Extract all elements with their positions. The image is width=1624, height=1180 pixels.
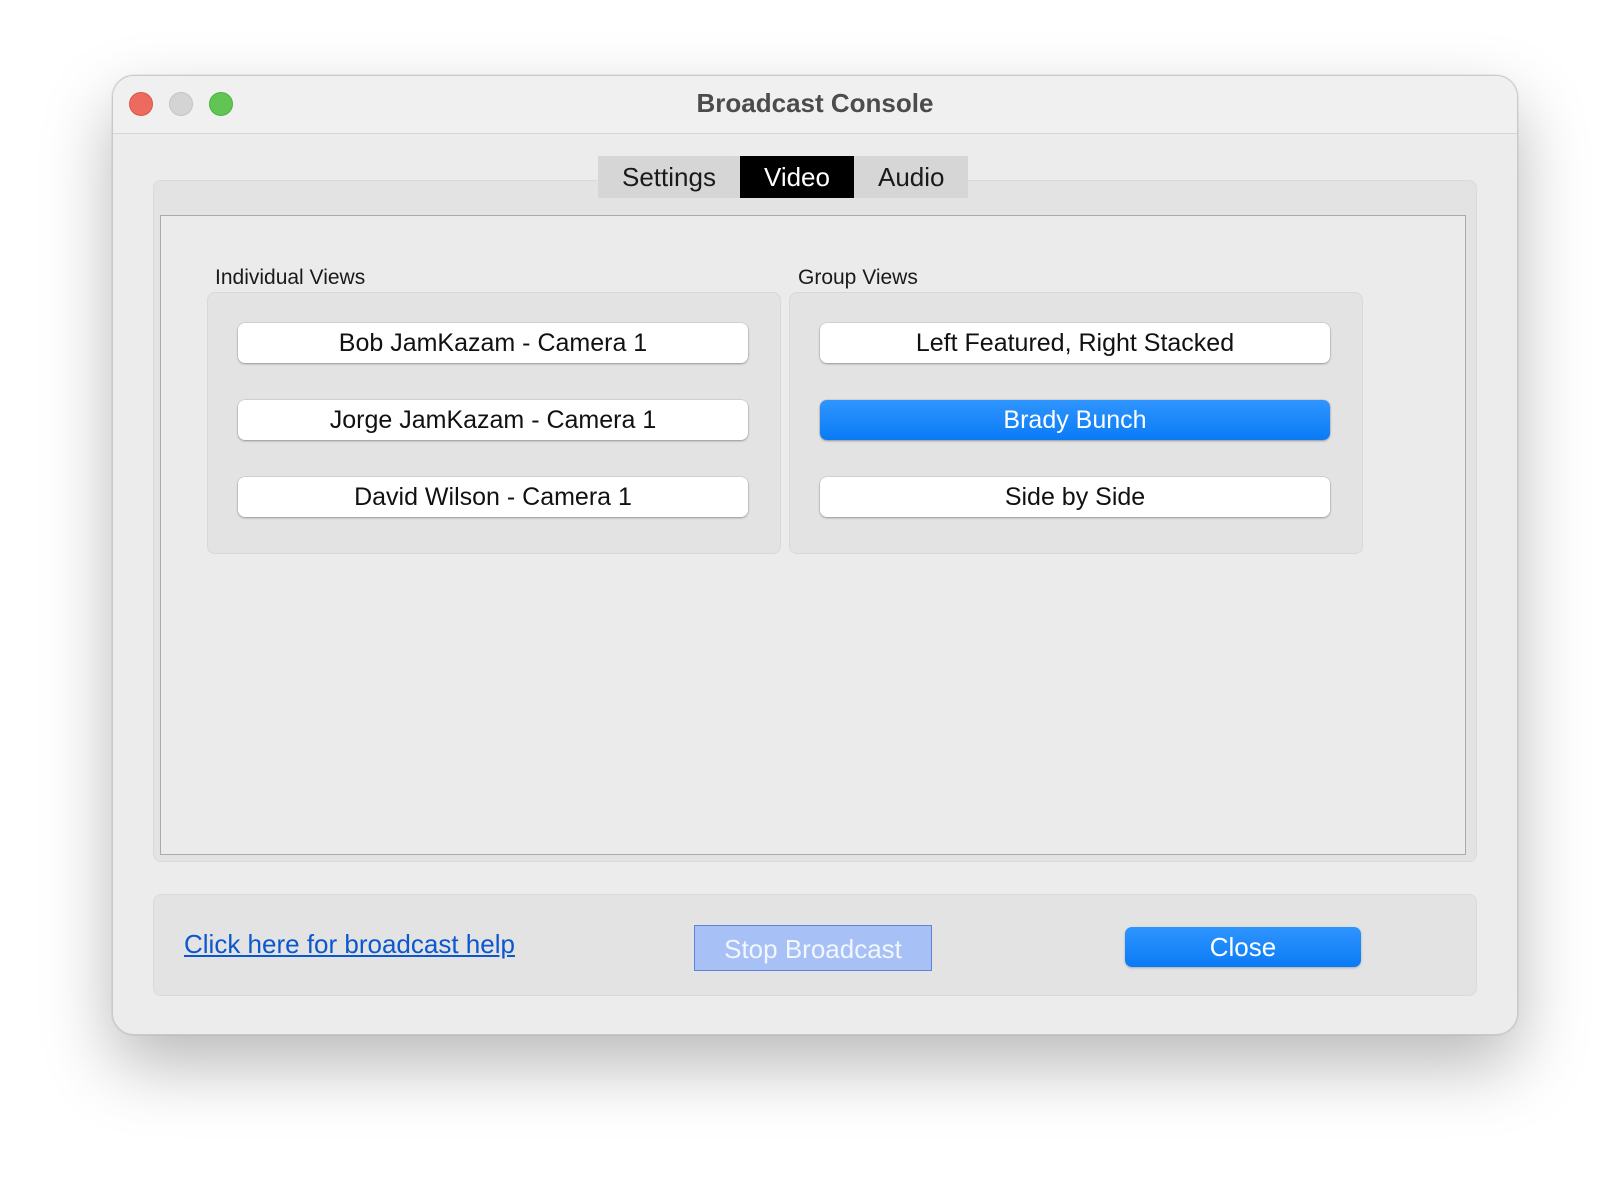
title-bar: Broadcast Console xyxy=(113,76,1517,134)
individual-views-group: Bob JamKazam - Camera 1 Jorge JamKazam -… xyxy=(207,292,781,554)
group-view-button-side-by-side[interactable]: Side by Side xyxy=(820,477,1330,517)
tab-settings[interactable]: Settings xyxy=(598,156,740,198)
group-view-button-left-featured[interactable]: Left Featured, Right Stacked xyxy=(820,323,1330,363)
close-button[interactable]: Close xyxy=(1125,927,1361,967)
group-views-label: Group Views xyxy=(798,266,918,289)
individual-views-label: Individual Views xyxy=(215,266,366,289)
stop-broadcast-button[interactable]: Stop Broadcast xyxy=(694,925,932,971)
tab-video[interactable]: Video xyxy=(739,156,854,198)
broadcast-help-link[interactable]: Click here for broadcast help xyxy=(184,929,515,960)
broadcast-console-window: Broadcast Console Individual Views Bob J… xyxy=(112,75,1518,1035)
tab-bar: Settings Video Audio xyxy=(598,156,969,198)
individual-view-button-jorge[interactable]: Jorge JamKazam - Camera 1 xyxy=(238,400,748,440)
individual-view-button-david[interactable]: David Wilson - Camera 1 xyxy=(238,477,748,517)
footer-bar: Click here for broadcast help Stop Broad… xyxy=(153,894,1477,996)
tab-panel: Individual Views Bob JamKazam - Camera 1… xyxy=(153,180,1477,862)
group-views-group: Left Featured, Right Stacked Brady Bunch… xyxy=(789,292,1363,554)
individual-view-button-bob[interactable]: Bob JamKazam - Camera 1 xyxy=(238,323,748,363)
group-view-button-brady-bunch[interactable]: Brady Bunch xyxy=(820,400,1330,440)
video-tab-content: Individual Views Bob JamKazam - Camera 1… xyxy=(160,215,1466,855)
window-title: Broadcast Console xyxy=(696,88,934,118)
tab-audio[interactable]: Audio xyxy=(853,156,969,198)
